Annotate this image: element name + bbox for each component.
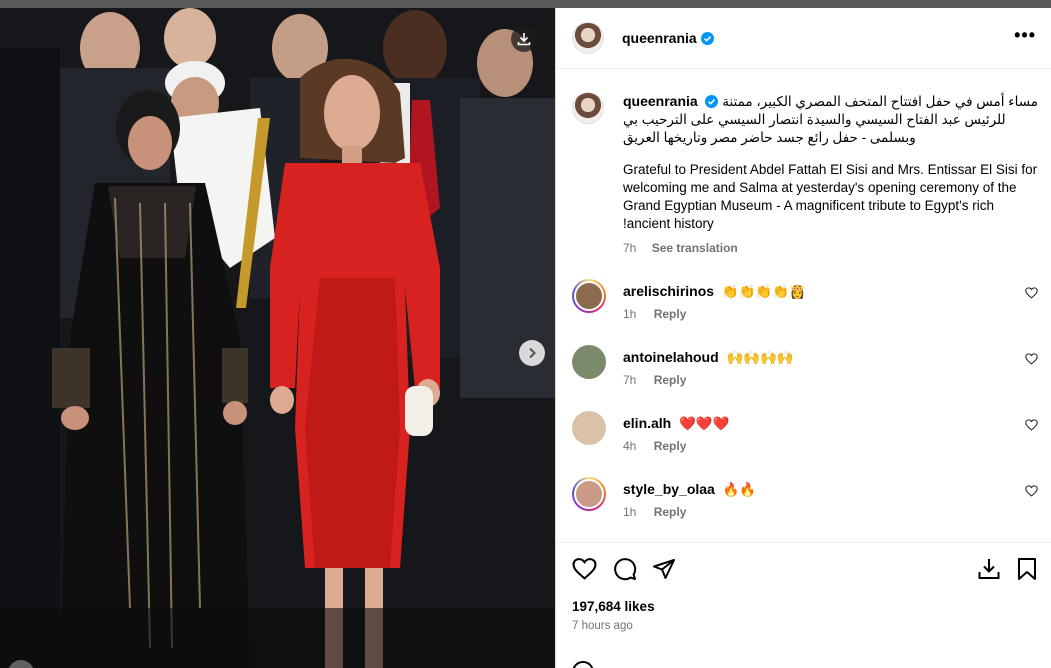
heart-icon[interactable] bbox=[1025, 287, 1038, 299]
comment-item: elin.alh ❤️❤️❤️ 4h Reply bbox=[572, 411, 1042, 467]
browser-top-strip bbox=[0, 0, 1051, 8]
emoji-icon[interactable] bbox=[572, 661, 594, 668]
download-icon[interactable] bbox=[977, 557, 1001, 581]
post-time[interactable]: 7 hours ago bbox=[572, 620, 633, 632]
download-icon bbox=[517, 33, 531, 46]
reply-button[interactable]: Reply bbox=[654, 307, 687, 321]
comment-icon[interactable] bbox=[613, 557, 637, 581]
photo-download-button[interactable] bbox=[511, 26, 537, 52]
comment-avatar[interactable] bbox=[572, 279, 606, 313]
post-header: queenrania ••• bbox=[556, 8, 1051, 69]
comment-avatar[interactable] bbox=[572, 477, 606, 511]
heart-icon[interactable] bbox=[1025, 485, 1038, 497]
caption-username[interactable]: queenrania bbox=[623, 93, 698, 109]
author-avatar[interactable] bbox=[572, 22, 604, 54]
comment-text: 🙌🙌🙌🙌 bbox=[726, 350, 794, 365]
comment-time: 1h bbox=[623, 307, 637, 321]
comment-text: ❤️❤️❤️ bbox=[679, 416, 730, 431]
author-username[interactable]: queenrania bbox=[622, 30, 697, 46]
post-photo[interactable] bbox=[0, 8, 555, 668]
photo-illustration bbox=[0, 8, 555, 668]
bookmark-icon[interactable] bbox=[1016, 557, 1038, 581]
comment-avatar[interactable] bbox=[572, 345, 606, 379]
comment-username[interactable]: elin.alh bbox=[623, 415, 671, 431]
more-options-icon[interactable]: ••• bbox=[1014, 26, 1036, 44]
post-actions: 197,684 likes 7 hours ago bbox=[556, 542, 1051, 668]
comment-text: 🔥🔥 bbox=[722, 482, 757, 497]
see-translation-link[interactable]: See translation bbox=[652, 241, 738, 255]
comment-time: 1h bbox=[623, 505, 637, 519]
comment-avatar[interactable] bbox=[572, 411, 606, 445]
heart-icon[interactable] bbox=[572, 557, 597, 581]
post-panel: queenrania ••• queenrania مساء أمس في حف… bbox=[555, 8, 1051, 668]
caption-english-text: Grateful to President Abdel Fattah El Si… bbox=[623, 162, 1038, 231]
comment-username[interactable]: antoinelahoud bbox=[623, 349, 719, 365]
next-photo-button[interactable] bbox=[519, 340, 545, 366]
reply-button[interactable]: Reply bbox=[654, 505, 687, 519]
chevron-right-icon bbox=[529, 347, 536, 359]
heart-icon[interactable] bbox=[1025, 419, 1038, 431]
comment-time: 7h bbox=[623, 373, 637, 387]
comment-item: antoinelahoud 🙌🙌🙌🙌 7h Reply bbox=[572, 345, 1042, 401]
heart-icon[interactable] bbox=[1025, 353, 1038, 365]
comment-username[interactable]: arelischirinos bbox=[623, 283, 714, 299]
caption-avatar[interactable] bbox=[572, 92, 604, 124]
comment-item: arelischirinos 👏👏👏👏👸 1h Reply bbox=[572, 279, 1042, 335]
caption-time: 7h bbox=[623, 241, 637, 255]
comment-username[interactable]: style_by_olaa bbox=[623, 481, 715, 497]
share-icon[interactable] bbox=[652, 557, 676, 581]
comment-text: 👏👏👏👏👸 bbox=[721, 284, 806, 299]
reply-button[interactable]: Reply bbox=[654, 439, 687, 453]
reply-button[interactable]: Reply bbox=[654, 373, 687, 387]
verified-badge-icon bbox=[705, 95, 719, 108]
comments-list: queenrania مساء أمس في حفل افتتاح المتحف… bbox=[556, 70, 1051, 542]
likes-count[interactable]: 197,684 likes bbox=[572, 599, 655, 614]
comment-time: 4h bbox=[623, 439, 637, 453]
comment-item: style_by_olaa 🔥🔥 1h Reply bbox=[572, 477, 1042, 533]
verified-badge-icon bbox=[700, 31, 714, 45]
